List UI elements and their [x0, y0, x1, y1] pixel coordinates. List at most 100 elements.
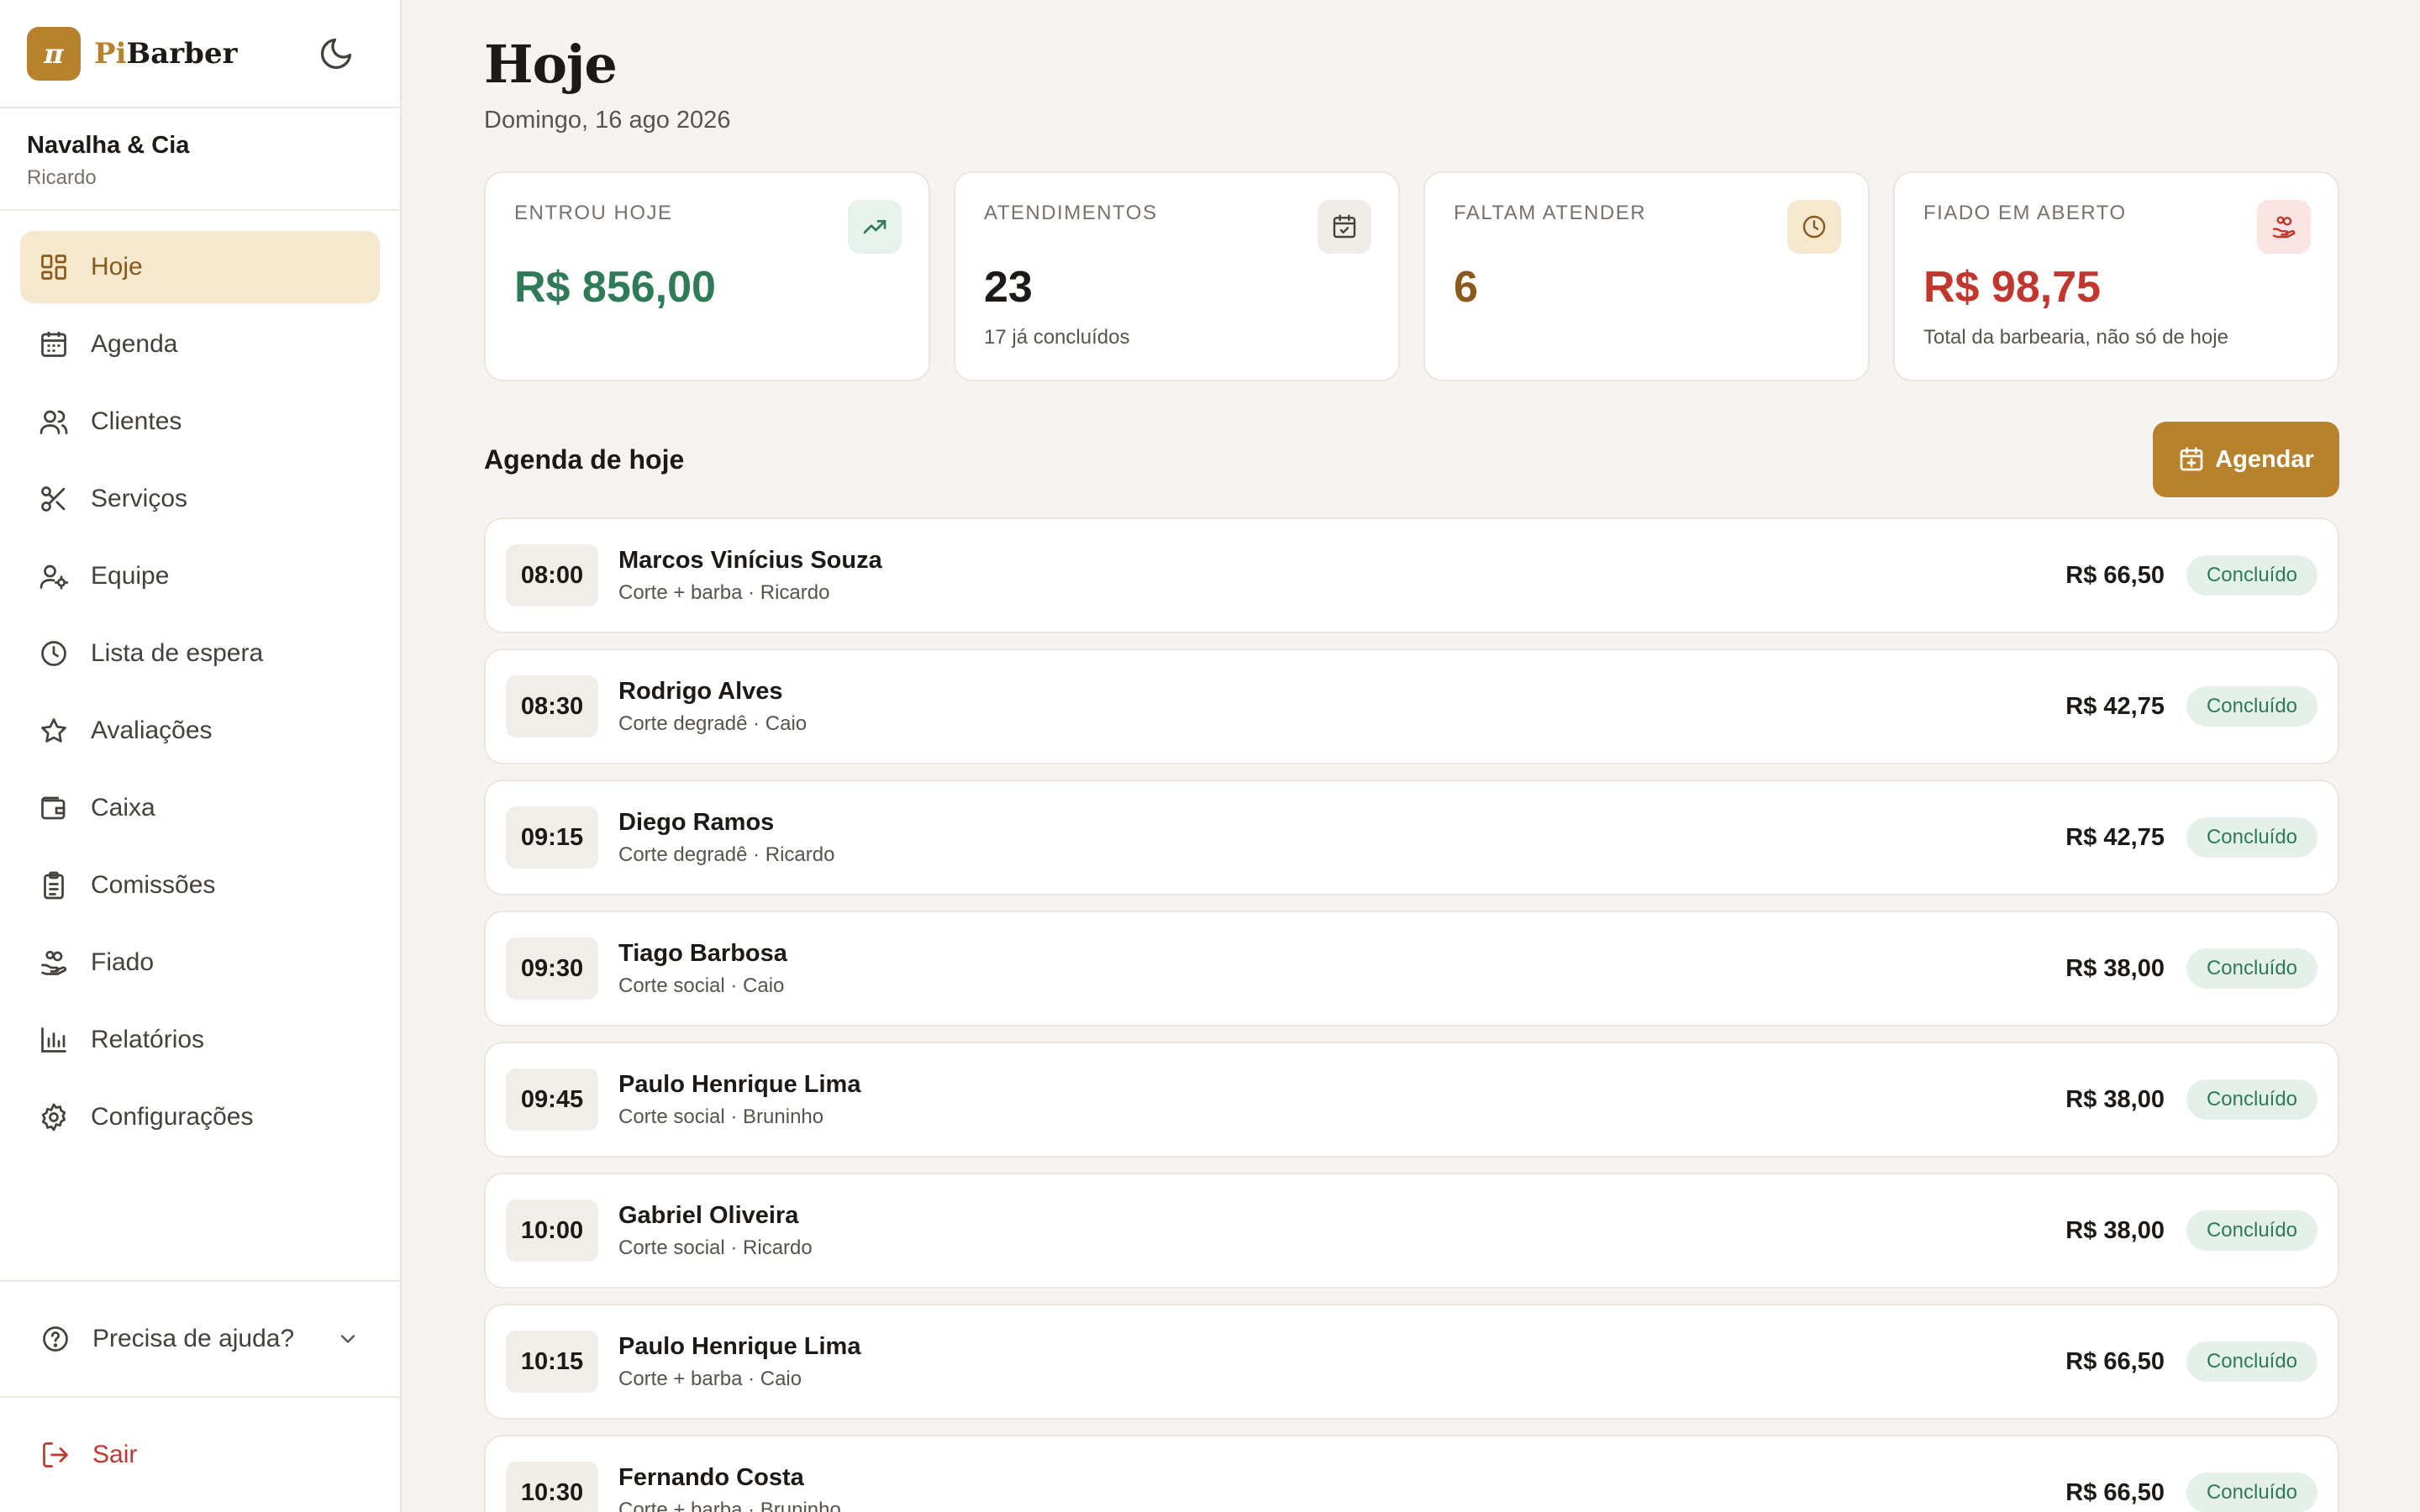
service-desc: Corte + barba · Caio — [618, 1367, 802, 1390]
sidebar-item-label: Configurações — [91, 1103, 254, 1131]
appointment-info: Tiago Barbosa Corte social · Caio — [618, 940, 2065, 998]
brand-name: PiBarber — [94, 37, 237, 71]
page-title: Hoje — [484, 34, 618, 95]
clipboard-icon — [44, 871, 64, 900]
stat-value: R$ 98,75 — [1923, 263, 2102, 312]
appointment-time: 09:15 — [506, 806, 598, 869]
stat-card-atendimentos: ATENDIMENTOS 23 17 já concluídos — [954, 171, 1400, 381]
status-badge: Concluído — [2186, 1473, 2317, 1512]
sidebar-item-clientes[interactable]: Clientes — [20, 386, 380, 458]
calendar-check-icon — [1318, 200, 1371, 254]
appointment-row[interactable]: 09:30 Tiago Barbosa Corte social · Caio … — [484, 911, 2339, 1026]
shop-info: Navalha & Cia Ricardo — [0, 108, 400, 211]
sidebar: π PiBarber Navalha & Cia Ricardo Hoje Ag… — [0, 0, 402, 1512]
shop-name: Navalha & Cia — [27, 132, 190, 159]
status-badge: Concluído — [2186, 817, 2317, 858]
appointment-info: Diego Ramos Corte degradê · Ricardo — [618, 809, 2065, 867]
service-desc: Corte degradê · Caio — [618, 711, 808, 735]
sidebar-item-configuracoes[interactable]: Configurações — [20, 1081, 380, 1153]
brand-suffix: Barber — [126, 36, 238, 71]
help-toggle[interactable]: Precisa de ajuda? — [0, 1280, 400, 1396]
appointment-price: R$ 42,75 — [2065, 692, 2165, 720]
appointment-price: R$ 38,00 — [2065, 1216, 2165, 1244]
service-desc: Corte social · Bruninho — [618, 1105, 824, 1128]
status-badge: Concluído — [2186, 948, 2317, 989]
appointment-time: 10:30 — [506, 1462, 598, 1512]
scissors-icon — [41, 486, 66, 512]
client-name: Fernando Costa — [618, 1463, 804, 1491]
client-name: Marcos Vinícius Souza — [618, 546, 882, 574]
service-desc: Corte social · Ricardo — [618, 1236, 813, 1259]
help-circle-icon — [43, 1326, 68, 1352]
appointment-time: 10:00 — [506, 1200, 598, 1262]
sidebar-item-avaliacoes[interactable]: Avaliações — [20, 695, 380, 767]
agendar-button[interactable]: Agendar — [2153, 422, 2339, 497]
appointment-time: 10:15 — [506, 1331, 598, 1393]
appointment-info: Gabriel Oliveira Corte social · Ricardo — [618, 1202, 2065, 1260]
sidebar-item-label: Hoje — [91, 253, 143, 281]
users-icon — [39, 410, 68, 434]
client-name: Diego Ramos — [618, 808, 775, 836]
appointment-row[interactable]: 10:00 Gabriel Oliveira Corte social · Ri… — [484, 1173, 2339, 1289]
client-name: Gabriel Oliveira — [618, 1201, 799, 1229]
appointment-price: R$ 38,00 — [2065, 954, 2165, 982]
sidebar-item-label: Clientes — [91, 407, 182, 435]
sidebar-item-label: Lista de espera — [91, 639, 264, 667]
calendar-plus-icon — [2180, 447, 2203, 471]
sidebar-item-label: Equipe — [91, 562, 170, 590]
appointment-price: R$ 38,00 — [2065, 1085, 2165, 1113]
stat-label: ATENDIMENTOS — [984, 202, 1158, 224]
sidebar-nav: Hoje Agenda Clientes Serviços Equipe Lis… — [0, 211, 400, 1153]
logo-glyph: π — [44, 37, 64, 70]
sidebar-item-label: Comissões — [91, 871, 216, 899]
sidebar-item-equipe[interactable]: Equipe — [20, 540, 380, 612]
sidebar-item-servicos[interactable]: Serviços — [20, 463, 380, 535]
stat-label: FALTAM ATENDER — [1454, 202, 1647, 224]
logout-button[interactable]: Sair — [0, 1396, 400, 1512]
appointment-time: 09:45 — [506, 1068, 598, 1131]
appointment-row[interactable]: 08:30 Rodrigo Alves Corte degradê · Caio… — [484, 648, 2339, 764]
appointment-row[interactable]: 09:45 Paulo Henrique Lima Corte social ·… — [484, 1042, 2339, 1158]
appointment-row[interactable]: 10:15 Paulo Henrique Lima Corte + barba … — [484, 1304, 2339, 1420]
appointment-row[interactable]: 09:15 Diego Ramos Corte degradê · Ricard… — [484, 780, 2339, 895]
sidebar-item-fiado[interactable]: Fiado — [20, 927, 380, 999]
appointment-info: Fernando Costa Corte + barba · Bruninho — [618, 1464, 2065, 1512]
sidebar-footer: Precisa de ajuda? Sair — [0, 1280, 400, 1512]
stat-card-entrou-hoje: ENTROU HOJE R$ 856,00 — [484, 171, 930, 381]
sidebar-item-caixa[interactable]: Caixa — [20, 772, 380, 844]
sidebar-item-agenda[interactable]: Agenda — [20, 308, 380, 381]
appointment-list: 08:00 Marcos Vinícius Souza Corte + barb… — [484, 517, 2339, 1512]
hand-coins-icon — [2257, 200, 2311, 254]
agendar-label: Agendar — [2215, 445, 2314, 473]
sidebar-item-label: Agenda — [91, 330, 178, 358]
stat-card-fiado: FIADO EM ABERTO R$ 98,75 Total da barbea… — [1893, 171, 2339, 381]
appointment-time: 08:30 — [506, 675, 598, 738]
wallet-icon — [41, 796, 66, 820]
appointment-info: Marcos Vinícius Souza Corte + barba · Ri… — [618, 547, 2065, 605]
hand-coins-icon — [41, 950, 67, 975]
status-badge: Concluído — [2186, 686, 2317, 727]
client-name: Paulo Henrique Lima — [618, 1332, 861, 1360]
agenda-header: Agenda de hoje Agendar — [484, 422, 2339, 497]
sidebar-item-comissoes[interactable]: Comissões — [20, 849, 380, 921]
sidebar-item-lista-espera[interactable]: Lista de espera — [20, 617, 380, 690]
calendar-icon — [41, 332, 66, 357]
stat-value: R$ 856,00 — [514, 263, 716, 312]
status-badge: Concluído — [2186, 1341, 2317, 1382]
section-title: Agenda de hoje — [484, 444, 685, 475]
moon-icon[interactable] — [318, 35, 355, 72]
sidebar-item-relatorios[interactable]: Relatórios — [20, 1004, 380, 1076]
stat-value: 6 — [1454, 263, 1478, 312]
gear-icon — [41, 1103, 66, 1131]
appointment-row[interactable]: 10:30 Fernando Costa Corte + barba · Bru… — [484, 1435, 2339, 1512]
bar-chart-icon — [41, 1027, 66, 1053]
client-name: Tiago Barbosa — [618, 939, 787, 967]
logout-icon — [43, 1442, 68, 1467]
appointment-row[interactable]: 08:00 Marcos Vinícius Souza Corte + barb… — [484, 517, 2339, 633]
sidebar-item-hoje[interactable]: Hoje — [20, 231, 380, 303]
status-badge: Concluído — [2186, 555, 2317, 596]
stats-row: ENTROU HOJE R$ 856,00 ATENDIMENTOS 23 17… — [484, 171, 2339, 381]
status-badge: Concluído — [2186, 1079, 2317, 1120]
sidebar-item-label: Serviços — [91, 485, 188, 512]
appointment-price: R$ 66,50 — [2065, 1478, 2165, 1506]
